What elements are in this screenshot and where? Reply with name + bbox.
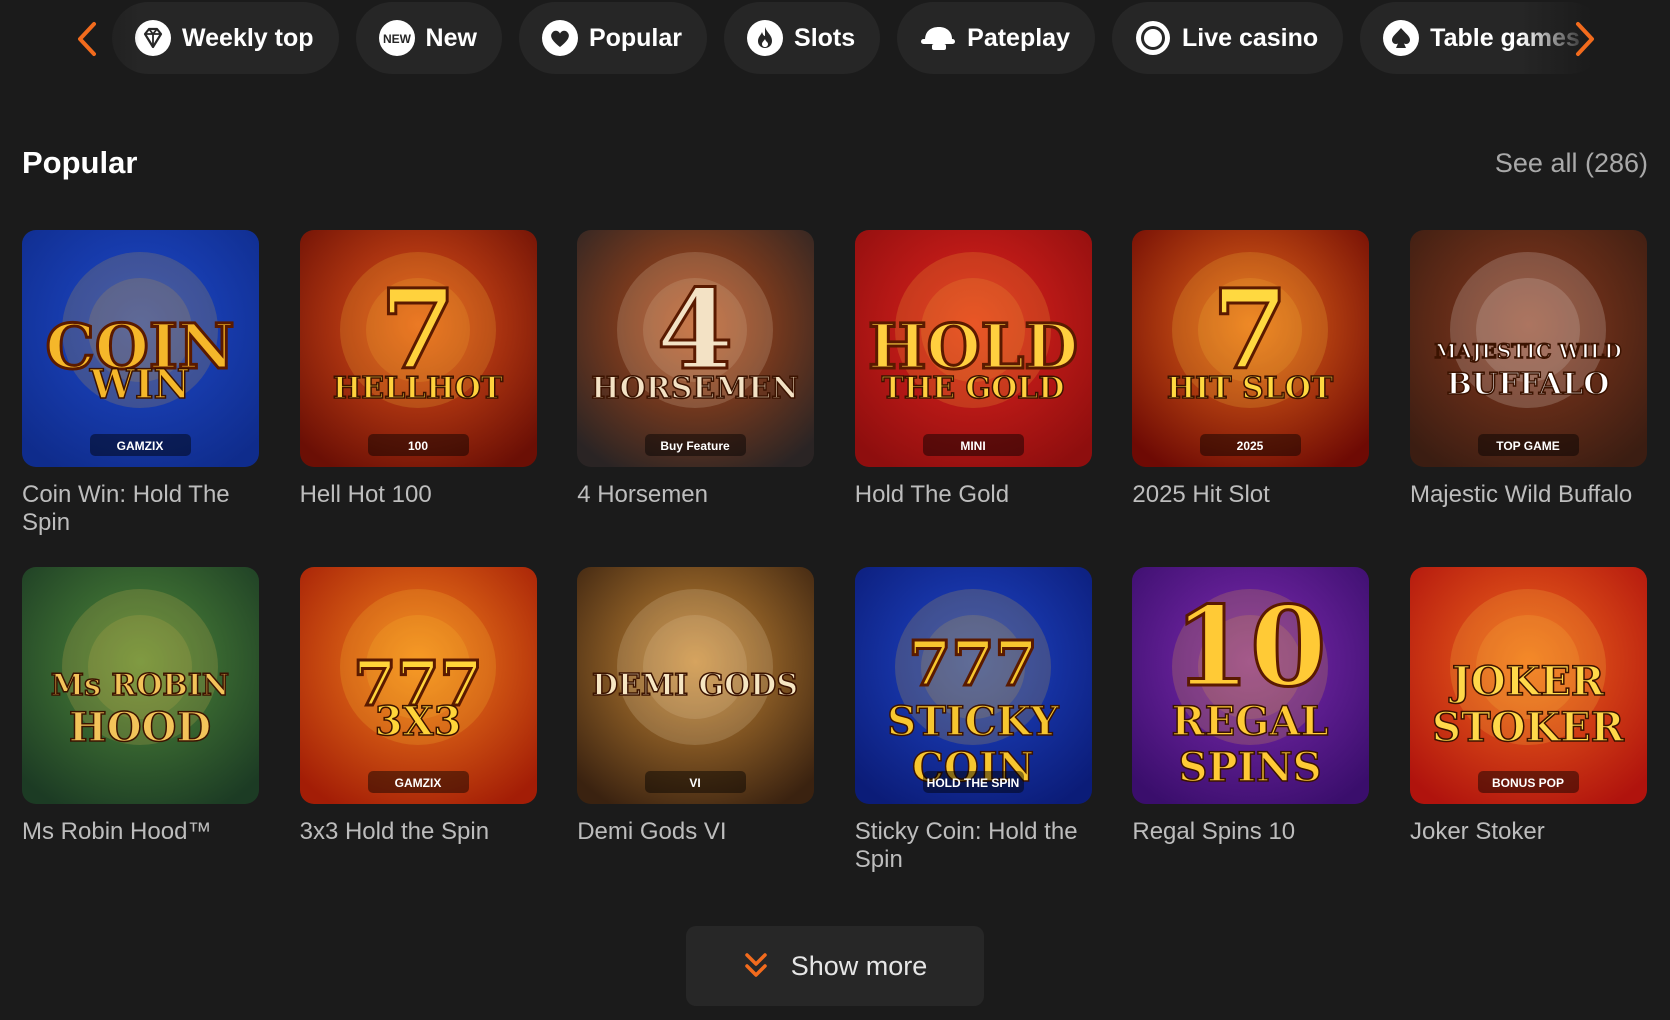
game-card[interactable]: 7 HELLHOT 100 Hell Hot 100 (299, 230, 537, 539)
svg-text:JOKER: JOKER (1449, 658, 1605, 705)
svg-text:THE GOLD: THE GOLD (881, 371, 1064, 406)
svg-text:HELLHOT: HELLHOT (332, 371, 503, 406)
svg-text:HOLD THE SPIN: HOLD THE SPIN (926, 776, 1019, 790)
see-all-link[interactable]: See all (286) (1495, 148, 1648, 179)
category-chip-pateplay[interactable]: Pateplay (897, 2, 1095, 74)
category-chip-new[interactable]: NEW New (355, 2, 502, 74)
svg-text:SPINS: SPINS (1179, 744, 1322, 791)
svg-text:HOOD: HOOD (69, 704, 211, 751)
svg-text:HORSEMEN: HORSEMEN (591, 371, 798, 406)
game-thumbnail[interactable]: 777 3X3 GAMZIX (299, 567, 537, 804)
svg-text:STICKY: STICKY (887, 698, 1059, 745)
game-thumbnail[interactable]: 7 HELLHOT 100 (299, 230, 537, 467)
chevron-right-icon (1576, 22, 1594, 56)
game-thumbnail[interactable]: COIN WIN GAMZIX (22, 230, 259, 467)
game-card[interactable]: Ms ROBIN HOOD Ms Robin Hood™ (22, 567, 259, 876)
cap-icon (919, 19, 957, 57)
svg-text:MAJESTIC WILD: MAJESTIC WILD (1434, 339, 1621, 363)
svg-text:Buy Feature: Buy Feature (661, 439, 731, 453)
game-grid: COIN WIN GAMZIX Coin Win: Hold The Spin 7 HEL… (22, 230, 1648, 876)
svg-text:HIT SLOT: HIT SLOT (1167, 371, 1334, 406)
game-title[interactable]: Regal Spins 10 (1132, 818, 1369, 876)
svg-text:Ms ROBIN: Ms ROBIN (51, 668, 229, 703)
svg-text:777: 777 (908, 627, 1037, 700)
svg-text:DEMI GODS: DEMI GODS (592, 668, 798, 703)
game-title[interactable]: Ms Robin Hood™ (22, 818, 259, 876)
category-chip-label: New (425, 23, 477, 52)
category-chip-label: Slots (794, 23, 856, 52)
category-chip-label: Pateplay (967, 23, 1070, 52)
game-title[interactable]: Demi Gods VI (577, 818, 814, 876)
game-thumbnail[interactable]: DEMI GODS VI (577, 567, 815, 804)
svg-text:REGAL: REGAL (1172, 698, 1329, 745)
show-more-button[interactable]: Show more (686, 926, 984, 1006)
game-thumbnail[interactable]: 10 REGAL SPINS (1132, 567, 1370, 804)
new-badge-icon: NEW (378, 19, 416, 57)
svg-text:3X3: 3X3 (374, 698, 461, 745)
game-title[interactable]: Coin Win: Hold The Spin (22, 481, 259, 539)
category-chip-label: Weekly top (182, 23, 314, 52)
svg-text:STOKER: STOKER (1432, 704, 1625, 751)
game-title[interactable]: Hold The Gold (855, 481, 1092, 539)
svg-text:GAMZIX: GAMZIX (117, 439, 164, 453)
svg-text:WIN: WIN (89, 361, 190, 408)
game-card[interactable]: 10 REGAL SPINS Regal Spins 10 (1132, 567, 1370, 876)
svg-text:VI: VI (690, 776, 701, 790)
svg-text:NEW: NEW (383, 32, 412, 46)
game-card[interactable]: 4 HORSEMEN Buy Feature 4 Horsemen (577, 230, 815, 539)
show-more-label: Show more (790, 950, 928, 981)
category-chip-label: Popular (588, 23, 683, 52)
category-chip-slots[interactable]: Slots (724, 2, 881, 74)
category-chip-weekly-top[interactable]: Weekly top (112, 2, 339, 74)
svg-text:10: 10 (1174, 582, 1327, 711)
game-title[interactable]: 4 Horsemen (577, 481, 814, 539)
section-title: Popular (22, 145, 138, 180)
category-chip-popular[interactable]: Popular (518, 2, 708, 74)
svg-text:100: 100 (408, 439, 428, 453)
casino-page: by Weekly topNEWNewPopularSlotsPateplayL… (0, 0, 1670, 1020)
game-card[interactable]: DEMI GODS VI Demi Gods VI (577, 567, 815, 876)
game-thumbnail[interactable]: 7 HIT SLOT 2025 (1132, 230, 1370, 467)
spade-icon (1382, 19, 1420, 57)
game-thumbnail[interactable]: 4 HORSEMEN Buy Feature (577, 230, 815, 467)
svg-text:GAMZIX: GAMZIX (394, 776, 441, 790)
game-card[interactable]: 7 HIT SLOT 2025 2025 Hit Slot (1132, 230, 1370, 539)
game-thumbnail[interactable]: Ms ROBIN HOOD (22, 567, 259, 804)
category-chip-label: Live casino (1181, 23, 1319, 52)
game-title[interactable]: Hell Hot 100 (300, 481, 537, 539)
game-card[interactable]: HOLD THE GOLD MINI Hold The Gold (854, 230, 1092, 539)
game-card[interactable]: COIN WIN GAMZIX Coin Win: Hold The Spin (22, 230, 259, 539)
game-thumbnail[interactable]: 777 STICKY COIN HOLD THE SPIN (854, 567, 1092, 804)
game-title[interactable]: Majestic Wild Buffalo (1410, 481, 1647, 539)
chip-icon (1134, 19, 1172, 57)
game-thumbnail[interactable]: JOKER STOKER BONUS POP (1409, 567, 1647, 804)
category-bar: by Weekly topNEWNewPopularSlotsPateplayL… (0, 0, 1670, 76)
game-card[interactable]: JOKER STOKER BONUS POP Joker Stoker (1409, 567, 1647, 876)
game-title[interactable]: 2025 Hit Slot (1132, 481, 1369, 539)
svg-text:MINI: MINI (960, 439, 985, 453)
heart-icon (541, 19, 579, 57)
game-card[interactable]: 777 3X3 GAMZIX 3x3 Hold the Spin (299, 567, 537, 876)
fire-icon (746, 19, 784, 57)
chevron-left-icon (78, 22, 96, 56)
game-thumbnail[interactable]: HOLD THE GOLD MINI (854, 230, 1092, 467)
svg-text:TOP GAME: TOP GAME (1496, 439, 1560, 453)
game-title[interactable]: Sticky Coin: Hold the Spin (855, 818, 1092, 876)
svg-text:BONUS POP: BONUS POP (1492, 776, 1564, 790)
category-chip-live-casino[interactable]: Live casino (1111, 2, 1344, 74)
game-title[interactable]: 3x3 Hold the Spin (300, 818, 537, 876)
game-card[interactable]: MAJESTIC WILD BUFFALO TOP GAME Majestic Wil… (1409, 230, 1647, 539)
game-card[interactable]: 777 STICKY COIN HOLD THE SPIN Sticky Coin: H… (854, 567, 1092, 876)
svg-text:BUFFALO: BUFFALO (1447, 367, 1610, 402)
double-chevron-down-icon (744, 953, 767, 977)
game-thumbnail[interactable]: MAJESTIC WILD BUFFALO TOP GAME (1409, 230, 1647, 467)
category-track: Weekly top NEW New Popular Slots Pateplay Live… (112, 2, 1670, 74)
scroll-left-button[interactable] (70, 20, 104, 58)
scroll-right-button[interactable] (1568, 20, 1602, 58)
svg-text:2025: 2025 (1237, 439, 1264, 453)
game-title[interactable]: Joker Stoker (1410, 818, 1647, 876)
